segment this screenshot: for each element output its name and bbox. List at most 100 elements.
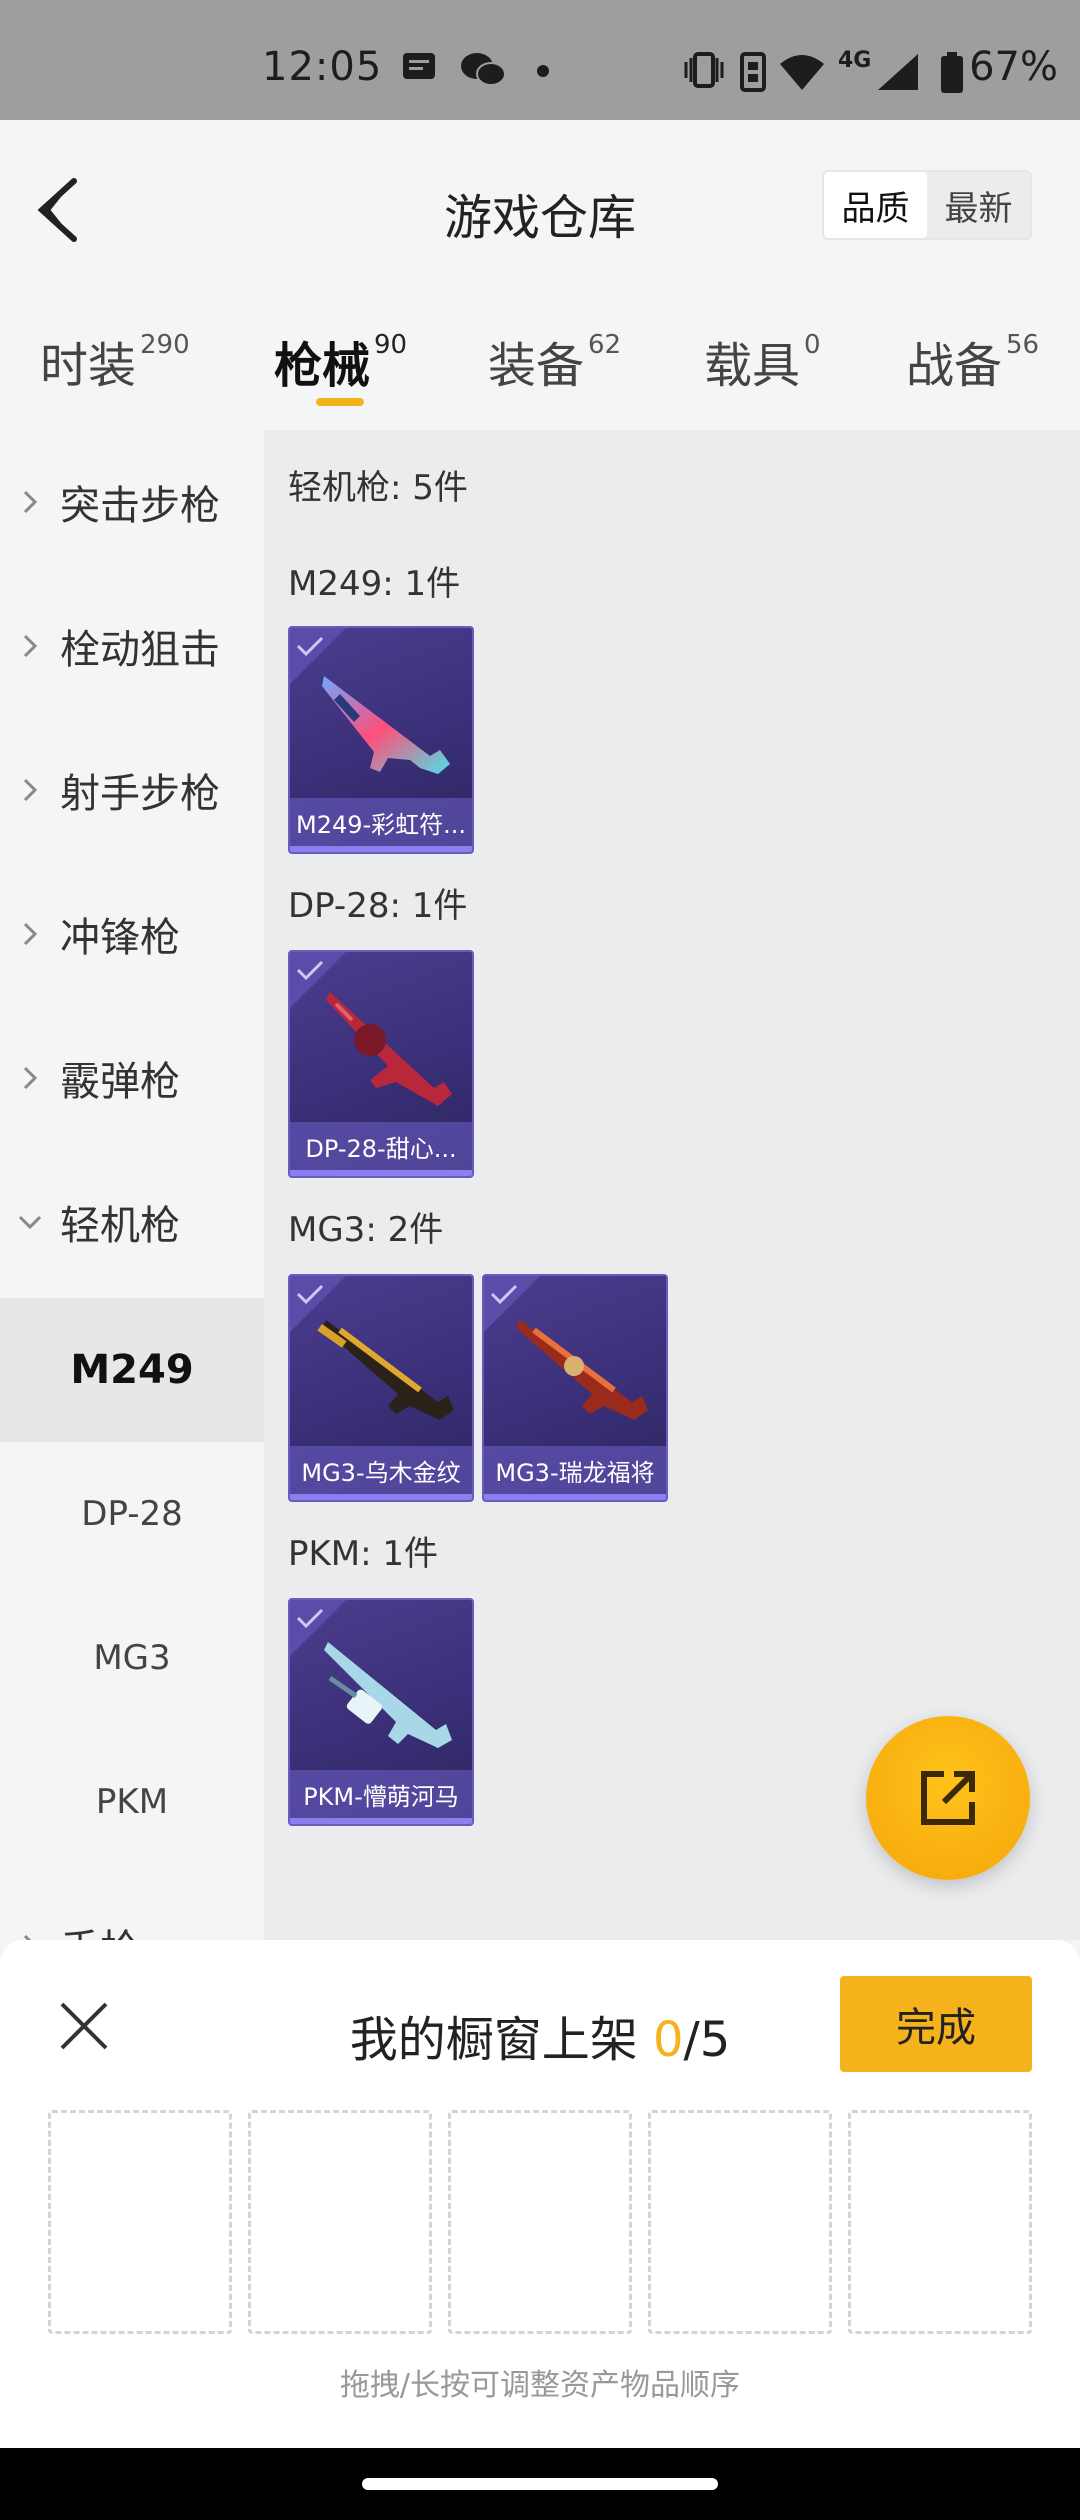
sort-quality-option[interactable]: 品质 (824, 172, 927, 238)
system-nav-bar (0, 2448, 1080, 2520)
sort-toggle[interactable]: 品质 最新 (822, 170, 1032, 240)
sidebar-item-shotgun[interactable]: 霰弹枪 (0, 1006, 264, 1150)
network-type: 4G (838, 48, 872, 73)
tab-combat-gear[interactable]: 战备 56 (906, 326, 1039, 396)
sidebar-subitem-dp28[interactable]: DP-28 (0, 1442, 264, 1586)
sort-newest-option[interactable]: 最新 (927, 172, 1030, 238)
sidebar-item-lmg[interactable]: 轻机枪 (0, 1150, 264, 1294)
category-tabs: 时装 290 枪械 90 装备 62 载具 0 战备 56 (0, 290, 1080, 430)
item-card[interactable]: MG3-乌木金纹 (288, 1274, 474, 1502)
sidebar-subitem-pkm[interactable]: PKM (0, 1730, 264, 1874)
tab-count: 62 (588, 330, 622, 360)
clock: 12:05 (262, 44, 383, 90)
tab-fashion[interactable]: 时装 290 (40, 326, 190, 396)
item-card[interactable]: DP-28-甜心... (288, 950, 474, 1178)
tab-equipment[interactable]: 装备 62 (488, 326, 621, 396)
signal-icon (878, 54, 918, 90)
tab-count: 90 (374, 330, 408, 360)
showcase-total-count: /5 (683, 2012, 731, 2068)
mg3-dragon-skin-image (516, 1320, 648, 1420)
showcase-slot[interactable] (448, 2110, 632, 2334)
tab-count: 56 (1006, 330, 1040, 360)
showcase-slot[interactable] (648, 2110, 832, 2334)
tab-label: 装备 (488, 338, 585, 394)
sidebar-item-label: 突击步枪 (60, 483, 220, 529)
showcase-slot[interactable] (248, 2110, 432, 2334)
quality-bar (290, 1818, 472, 1824)
sidebar-subitem-m249[interactable]: M249 (0, 1298, 264, 1442)
battery-level: 67% (969, 44, 1058, 90)
chevron-right-icon (23, 490, 38, 514)
quality-bar (290, 1494, 472, 1500)
tab-label: 战备 (906, 338, 1003, 394)
weapon-category-sidebar: 突击步枪 栓动狙击 射手步枪 冲锋枪 霰弹枪 轻机枪 M249 DP-28 MG… (0, 430, 264, 1940)
item-name: M249-彩虹符... (290, 798, 472, 852)
quality-bar (484, 1494, 666, 1500)
chevron-right-icon (23, 778, 38, 802)
tab-count: 0 (804, 330, 821, 360)
quality-bar (290, 1170, 472, 1176)
active-tab-indicator (316, 398, 364, 406)
chevron-right-icon (23, 1066, 38, 1090)
share-external-icon (921, 1771, 975, 1825)
m249-rainbow-skin-image (322, 676, 450, 774)
home-gesture-handle[interactable] (362, 2478, 718, 2490)
quality-bar (290, 846, 472, 852)
wechat-icon (461, 53, 506, 86)
dot-icon (537, 65, 549, 77)
item-name: DP-28-甜心... (290, 1122, 472, 1176)
category-summary: 轻机枪: 5件 (288, 468, 468, 508)
showcase-current-count: 0 (653, 2012, 684, 2068)
chevron-right-icon (23, 1934, 32, 1940)
battery-icon (941, 52, 963, 93)
sidebar-item-bolt-sniper[interactable]: 栓动狙击 (0, 574, 264, 718)
item-card[interactable]: PKM-懵萌河马 (288, 1598, 474, 1826)
sidebar-item-label: 栓动狙击 (60, 627, 220, 673)
showcase-slot[interactable] (48, 2110, 232, 2334)
share-button[interactable] (866, 1716, 1030, 1880)
tab-label: 载具 (704, 338, 801, 394)
sidebar-item-label: 射手步枪 (60, 771, 220, 817)
tab-label: 时装 (40, 338, 137, 394)
item-name: MG3-乌木金纹 (290, 1446, 472, 1500)
item-name: MG3-瑞龙福将 (484, 1446, 666, 1500)
status-bar: 12:05 4G 67% (0, 0, 1080, 120)
wifi-icon (780, 55, 824, 90)
vibrate-icon (684, 52, 724, 88)
mg3-ebony-gold-skin-image (317, 1320, 454, 1420)
sheet-title-text: 我的橱窗上架 (349, 2012, 638, 2068)
done-button[interactable]: 完成 (840, 1976, 1032, 2072)
sidebar-item-label: 手枪 (60, 1917, 140, 1940)
sidebar-item-smg[interactable]: 冲锋枪 (0, 862, 264, 1006)
tab-count: 290 (140, 330, 190, 360)
sidebar-item-label: 霰弹枪 (60, 1059, 180, 1105)
dp28-sweetheart-skin-image (326, 992, 452, 1106)
group-title: PKM: 1件 (288, 1534, 439, 1574)
sidebar-item-dmr[interactable]: 射手步枪 (0, 718, 264, 862)
showcase-sheet: 我的橱窗上架 0/5 完成 拖拽/长按可调整资产物品顺序 (0, 1940, 1080, 2448)
reorder-hint: 拖拽/长按可调整资产物品顺序 (339, 2368, 741, 2403)
sidebar-item-label: 冲锋枪 (60, 915, 180, 961)
message-icon (403, 53, 435, 79)
item-list: 轻机枪: 5件 M249: 1件 M249-彩虹符... DP-28: 1件 D… (264, 430, 1080, 1940)
tab-label: 枪械 (274, 338, 371, 394)
item-name: PKM-懵萌河马 (290, 1770, 472, 1824)
pkm-hippo-skin-image (324, 1642, 452, 1748)
sidebar-subitem-mg3[interactable]: MG3 (0, 1586, 264, 1730)
group-title: DP-28: 1件 (288, 886, 468, 926)
chevron-right-icon (23, 634, 38, 658)
item-card[interactable]: MG3-瑞龙福将 (482, 1274, 668, 1502)
sidebar-item-assault-rifle[interactable]: 突击步枪 (0, 430, 264, 574)
chevron-right-icon (23, 922, 38, 946)
sidebar-item-label: 轻机枪 (60, 1203, 180, 1249)
data-saver-icon (740, 52, 766, 92)
tab-vehicles[interactable]: 载具 0 (704, 326, 821, 396)
item-card[interactable]: M249-彩虹符... (288, 626, 474, 854)
showcase-slot[interactable] (848, 2110, 1032, 2334)
tab-firearms[interactable]: 枪械 90 (274, 326, 407, 396)
group-title: M249: 1件 (288, 564, 461, 604)
sidebar-item-pistol[interactable]: 手枪 (0, 1874, 264, 1940)
chevron-down-icon (18, 1215, 42, 1230)
top-bar: 游戏仓库 品质 最新 (0, 120, 1080, 290)
group-title: MG3: 2件 (288, 1210, 444, 1250)
